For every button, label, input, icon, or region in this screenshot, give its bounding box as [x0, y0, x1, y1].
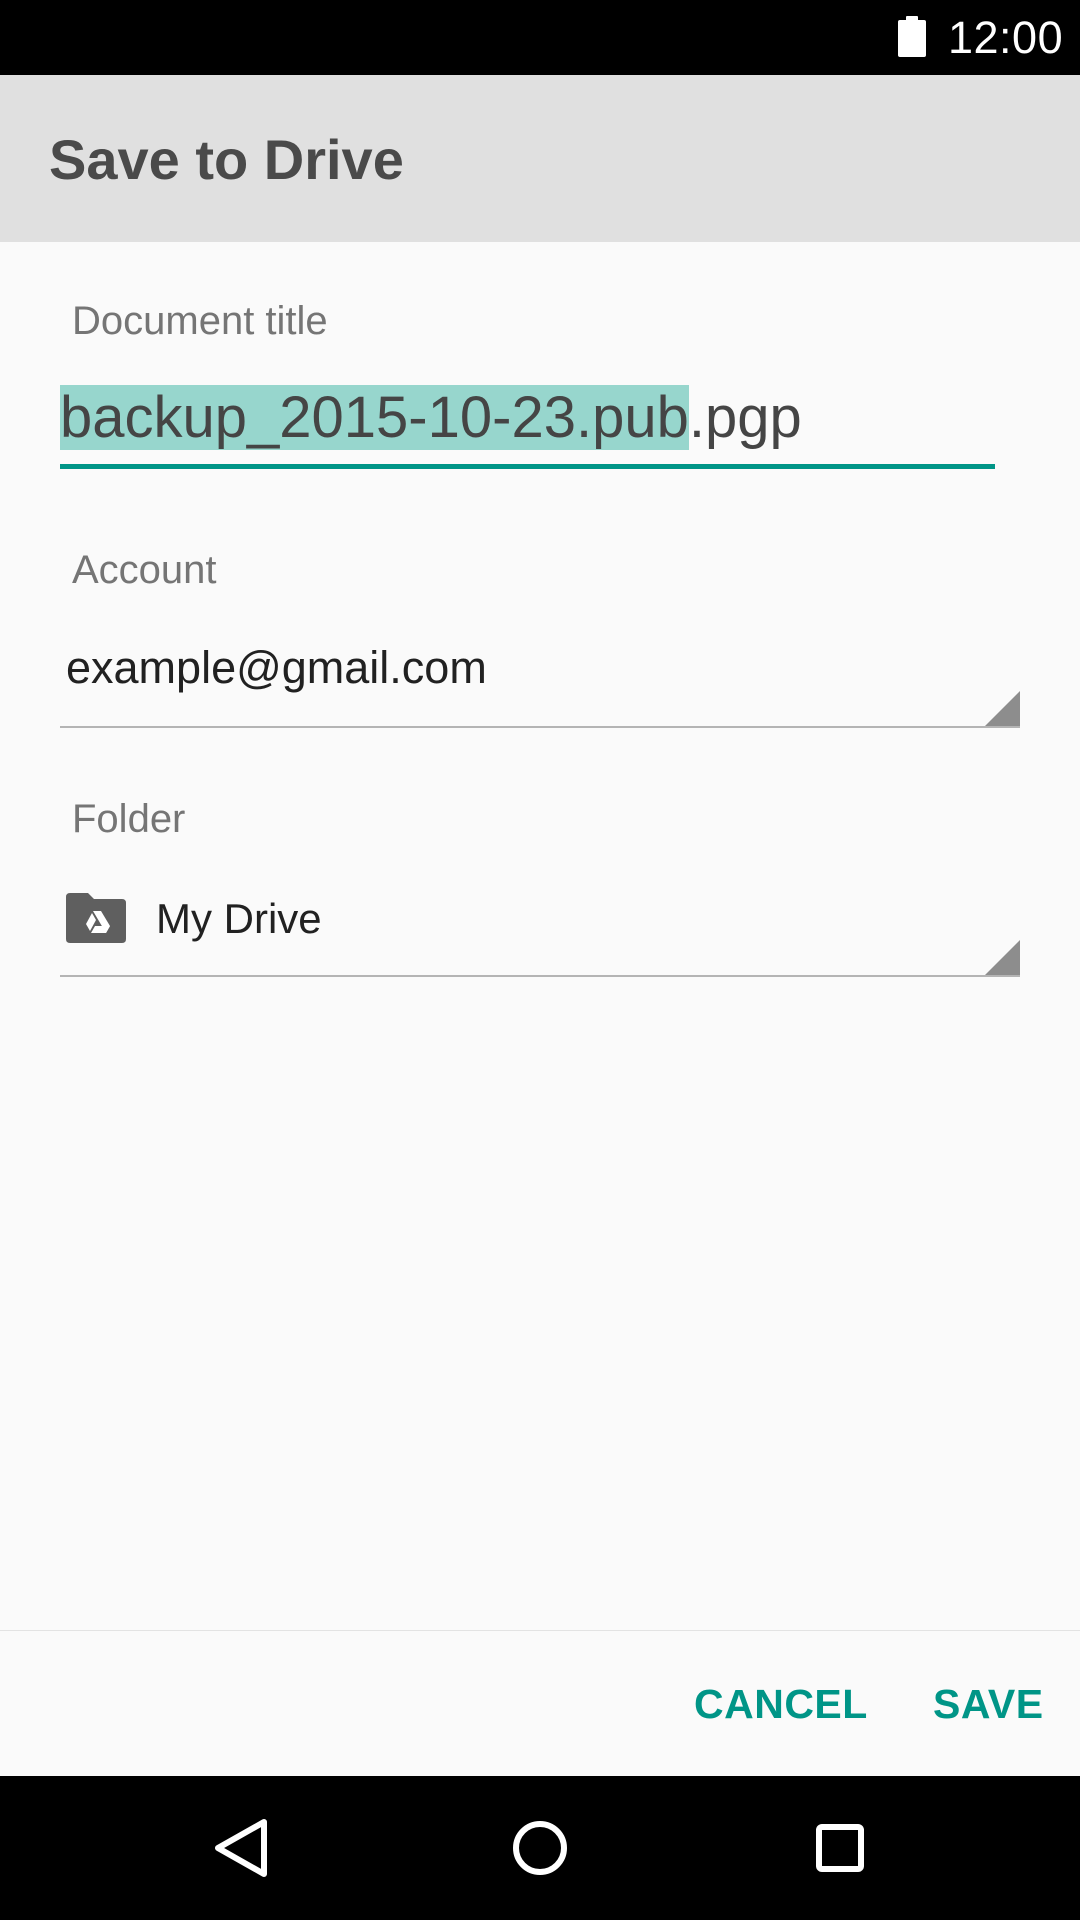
document-title-selected-text[interactable]: backup_2015-10-23.pub	[60, 385, 689, 450]
document-title-label: Document title	[72, 299, 328, 343]
dialog-header: Save to Drive	[0, 75, 1080, 242]
folder-spinner[interactable]: My Drive	[60, 888, 1020, 978]
account-spinner[interactable]: example@gmail.com	[60, 640, 1020, 730]
drive-folder-icon	[66, 893, 126, 943]
folder-label: Folder	[72, 797, 186, 841]
dialog-title: Save to Drive	[49, 128, 404, 191]
account-underline	[60, 726, 1020, 728]
account-value[interactable]: example@gmail.com	[66, 640, 487, 696]
document-title-input[interactable]: backup_2015-10-23.pub.pgp	[60, 378, 995, 470]
status-bar: 12:00	[0, 0, 1080, 75]
document-title-text[interactable]: backup_2015-10-23.pub.pgp	[60, 378, 802, 458]
save-to-drive-screen: 12:00 Save to Drive Document title backu…	[0, 0, 1080, 1920]
button-bar-divider	[0, 1630, 1080, 1631]
navigation-bar	[0, 1776, 1080, 1920]
save-button[interactable]: SAVE	[929, 1676, 1048, 1732]
back-icon[interactable]	[194, 1802, 286, 1894]
document-title-extension[interactable]: .pgp	[689, 385, 802, 450]
status-time: 12:00	[948, 12, 1064, 63]
folder-underline	[60, 975, 1020, 977]
home-icon[interactable]	[494, 1802, 586, 1894]
account-label: Account	[72, 548, 217, 592]
recents-icon[interactable]	[794, 1802, 886, 1894]
spinner-arrow-icon[interactable]	[984, 940, 1020, 976]
battery-full-icon	[898, 16, 926, 57]
folder-value[interactable]: My Drive	[156, 891, 322, 947]
document-title-underline	[60, 464, 995, 469]
spinner-arrow-icon[interactable]	[984, 691, 1020, 727]
cancel-button[interactable]: CANCEL	[690, 1676, 872, 1732]
